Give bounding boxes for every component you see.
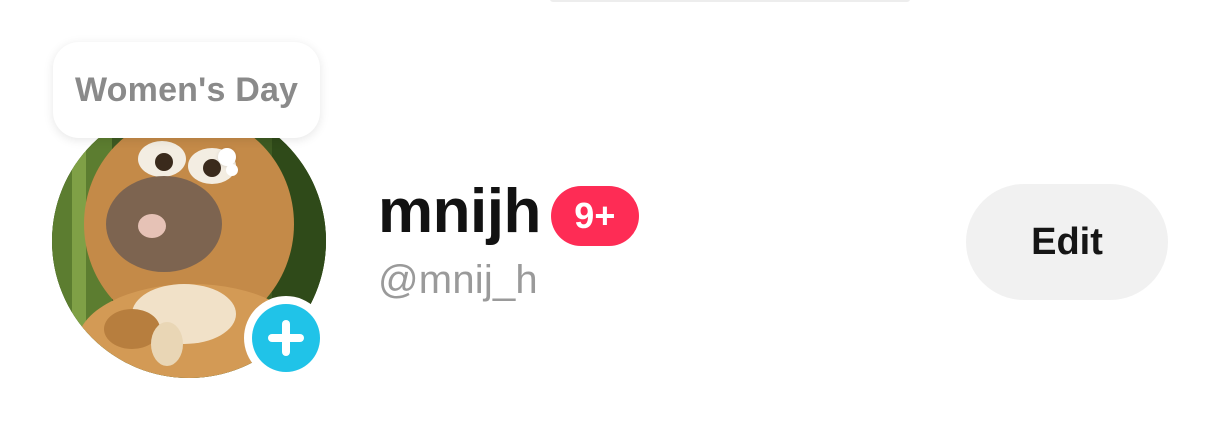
add-story-circle: [252, 304, 320, 372]
avatar-container: [52, 104, 328, 380]
name-row: mnijh 9+: [378, 176, 639, 248]
notification-badge[interactable]: 9+: [550, 186, 639, 246]
edit-profile-button[interactable]: Edit: [966, 184, 1168, 300]
add-story-button[interactable]: [244, 296, 328, 380]
display-name: mnijh: [378, 177, 541, 246]
profile-header: Women's Day mnijh 9+ @mnij_h Edit: [0, 0, 1220, 427]
thought-bubble-dot-small: [226, 164, 238, 176]
drag-handle[interactable]: [550, 0, 910, 2]
plus-icon: [268, 320, 304, 356]
status-bubble-text: Women's Day: [75, 70, 299, 109]
username-handle: @mnij_h: [378, 258, 538, 302]
status-bubble[interactable]: Women's Day: [53, 42, 321, 138]
